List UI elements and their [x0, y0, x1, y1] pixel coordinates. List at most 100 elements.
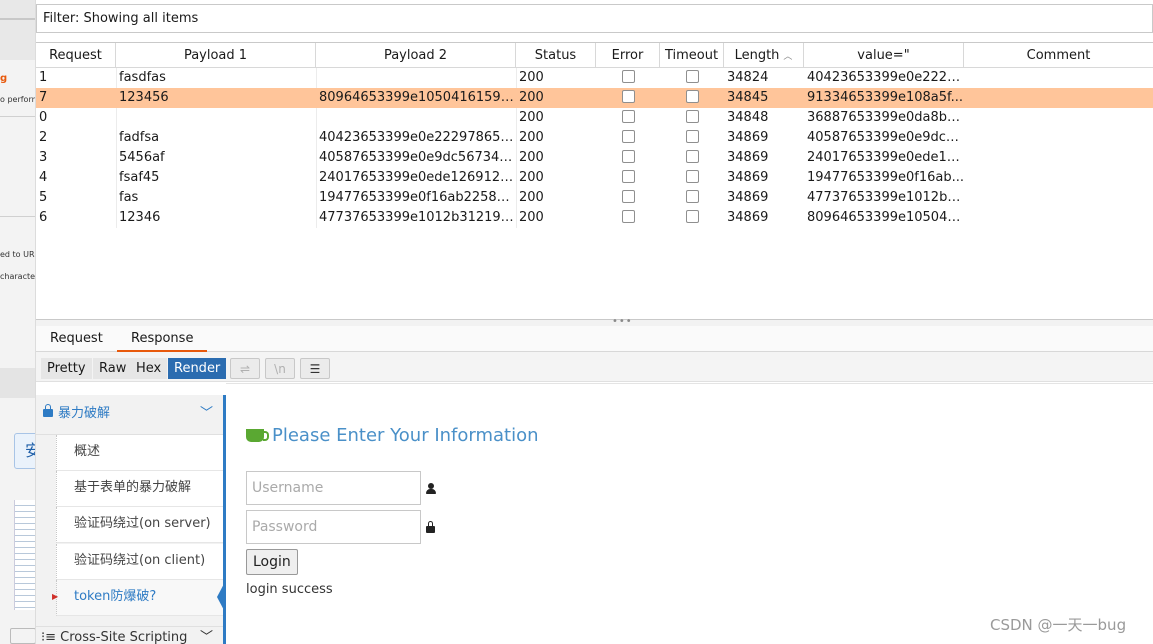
- cell-payload1: 5456af: [119, 150, 165, 165]
- background-thumbnail: [14, 500, 35, 610]
- cell-length: 34869: [727, 190, 769, 205]
- table-row[interactable]: 1 fasdfas 200 34824 40423653399e0e2229...: [36, 68, 1153, 88]
- cell-value: 91334653399e108a5f...: [807, 90, 964, 105]
- cell-request: 0: [39, 110, 48, 125]
- error-checkbox[interactable]: [621, 90, 635, 103]
- table-row[interactable]: 6 12346 47737653399e1012b312195... 200 34869…: [36, 208, 1153, 228]
- cell-value: 40587653399e0e9dc5...: [807, 130, 964, 145]
- view-render-button[interactable]: Render: [168, 358, 227, 379]
- cell-payload2: 19477653399e0f16ab22583...: [319, 190, 516, 205]
- timeout-checkbox[interactable]: [685, 170, 699, 183]
- cell-request: 1: [39, 70, 48, 85]
- cell-error: [596, 68, 660, 88]
- cell-request: 7: [39, 90, 48, 105]
- cell-payload1: fasdfas: [119, 70, 166, 85]
- cell-payload2: 80964653399e10504161598...: [319, 90, 516, 105]
- table-row[interactable]: 0 200 34848 36887653399e0da8b9...: [36, 108, 1153, 128]
- timeout-checkbox[interactable]: [685, 190, 699, 203]
- cell-timeout: [660, 128, 724, 148]
- cell-value: 19477653399e0f16ab...: [807, 170, 964, 185]
- background-thumbnail: [10, 628, 35, 644]
- column-header-length[interactable]: Length ︿: [724, 43, 804, 68]
- error-checkbox[interactable]: [621, 190, 635, 203]
- sidebar-item-captcha-server[interactable]: 验证码绕过(on server): [56, 507, 223, 543]
- password-input[interactable]: [246, 510, 421, 544]
- sidebar-section-xss[interactable]: ⁝≡ Cross-Site Scripting ﹀: [36, 626, 223, 644]
- table-row[interactable]: 5 fas 19477653399e0f16ab22583... 200 34869 47…: [36, 188, 1153, 208]
- cell-value: 47737653399e1012b3...: [807, 190, 964, 205]
- cell-payload2: 40423653399e0e222978652...: [319, 130, 516, 145]
- coffee-cup-icon: [246, 429, 269, 442]
- lock-icon: [43, 404, 53, 417]
- column-header-error[interactable]: Error: [596, 43, 660, 68]
- menu-icon[interactable]: ☰: [300, 358, 330, 379]
- cell-status: 200: [519, 150, 544, 165]
- chevron-down-icon: ﹀: [199, 630, 213, 644]
- tab-response[interactable]: Response: [117, 326, 208, 352]
- cell-error: [596, 108, 660, 128]
- view-hex-button[interactable]: Hex: [130, 358, 168, 379]
- view-toolbar: Pretty Raw Hex Render ⇌ \n ☰: [36, 352, 1153, 382]
- request-response-tabs: Request Response: [36, 326, 1153, 352]
- view-raw-button[interactable]: Raw: [93, 358, 133, 379]
- column-header-comment[interactable]: Comment: [964, 43, 1153, 68]
- cell-status: 200: [519, 170, 544, 185]
- table-row[interactable]: 2 fadfsa 40423653399e0e222978652... 200 3486…: [36, 128, 1153, 148]
- cell-payload2: 47737653399e1012b312195...: [319, 210, 516, 225]
- column-header-timeout[interactable]: Timeout: [660, 43, 724, 68]
- sidebar-item-captcha-client[interactable]: 验证码绕过(on client): [56, 544, 223, 580]
- cell-comment: [964, 108, 1153, 128]
- cell-payload1: 123456: [119, 90, 169, 105]
- column-header-value[interactable]: value=": [804, 43, 964, 68]
- error-checkbox[interactable]: [621, 110, 635, 123]
- view-pretty-button[interactable]: Pretty: [41, 358, 92, 379]
- error-checkbox[interactable]: [621, 210, 635, 223]
- timeout-checkbox[interactable]: [685, 90, 699, 103]
- table-row[interactable]: 7 123456 80964653399e10504161598... 200 3484…: [36, 88, 1153, 108]
- cell-status: 200: [519, 210, 544, 225]
- cell-value: 36887653399e0da8b9...: [807, 110, 964, 125]
- filter-bar[interactable]: Filter: Showing all items: [36, 4, 1153, 33]
- login-button[interactable]: Login: [246, 549, 298, 575]
- error-checkbox[interactable]: [621, 130, 635, 143]
- column-header-request[interactable]: Request: [36, 43, 116, 68]
- tab-request[interactable]: Request: [36, 326, 117, 352]
- error-checkbox[interactable]: [621, 170, 635, 183]
- cell-timeout: [660, 208, 724, 228]
- newline-icon[interactable]: \n: [265, 358, 295, 379]
- background-button[interactable]: 安: [14, 433, 35, 469]
- wrap-icon[interactable]: ⇌: [230, 358, 260, 379]
- table-row[interactable]: 4 fsaf45 24017653399e0ede1269125... 200 3486…: [36, 168, 1153, 188]
- cell-error: [596, 128, 660, 148]
- error-checkbox[interactable]: [621, 70, 635, 83]
- background-band: [0, 368, 35, 398]
- timeout-checkbox[interactable]: [685, 110, 699, 123]
- sidebar-item-form-brute-force[interactable]: 基于表单的暴力破解: [56, 471, 223, 507]
- cell-timeout: [660, 68, 724, 88]
- cell-status: 200: [519, 110, 544, 125]
- cell-length: 34869: [727, 150, 769, 165]
- cell-length: 34869: [727, 130, 769, 145]
- sidebar-section-brute-force[interactable]: 暴力破解 ﹀: [36, 395, 223, 435]
- cell-status: 200: [519, 70, 544, 85]
- column-header-payload2[interactable]: Payload 2: [316, 43, 516, 68]
- timeout-checkbox[interactable]: [685, 130, 699, 143]
- background-divider: [0, 116, 35, 117]
- cell-length: 34869: [727, 170, 769, 185]
- timeout-checkbox[interactable]: [685, 210, 699, 223]
- cell-request: 2: [39, 130, 48, 145]
- timeout-checkbox[interactable]: [685, 70, 699, 83]
- table-header: Request Payload 1 Payload 2 Status Error…: [36, 43, 1153, 68]
- cell-payload2: 24017653399e0ede1269125...: [319, 170, 516, 185]
- timeout-checkbox[interactable]: [685, 150, 699, 163]
- cell-request: 4: [39, 170, 48, 185]
- cell-payload1: 12346: [119, 210, 161, 225]
- sidebar-item-overview[interactable]: 概述: [56, 435, 223, 471]
- column-header-payload1[interactable]: Payload 1: [116, 43, 316, 68]
- table-row[interactable]: 3 5456af 40587653399e0e9dc567340... 200 3486…: [36, 148, 1153, 168]
- column-header-status[interactable]: Status: [516, 43, 596, 68]
- error-checkbox[interactable]: [621, 150, 635, 163]
- login-form: Please Enter Your Information Login logi…: [246, 421, 946, 621]
- sidebar-item-token[interactable]: ▶ token防爆破?: [52, 580, 226, 616]
- username-input[interactable]: [246, 471, 421, 505]
